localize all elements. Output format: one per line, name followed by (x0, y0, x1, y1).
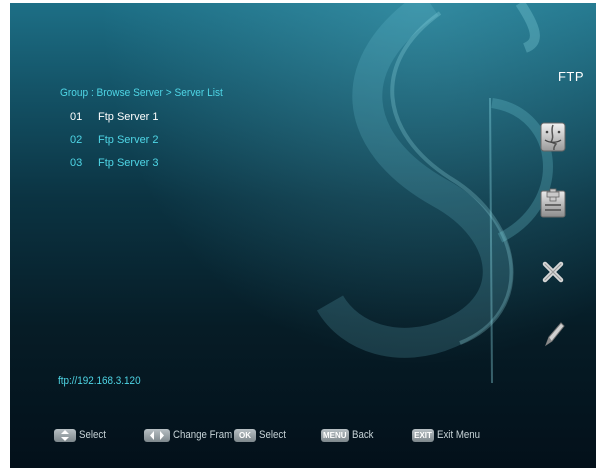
hint-back-label: Back (351, 429, 374, 441)
edit-server-button[interactable] (535, 314, 571, 354)
connect-button[interactable] (535, 117, 571, 157)
up-down-arrow-icon (54, 428, 76, 442)
edit-pencil-icon (544, 322, 565, 347)
exit-key-icon: EXIT (412, 428, 434, 442)
server-number: 03 (70, 157, 83, 169)
server-number: 01 (70, 111, 83, 123)
hint-back[interactable]: MENU Back (321, 427, 376, 443)
left-right-arrow-icon (144, 428, 170, 442)
delete-x-icon (542, 261, 564, 283)
hint-ok-label: Select (259, 429, 286, 441)
add-server-button[interactable] (535, 183, 571, 223)
ok-key-icon: OK (234, 428, 256, 442)
server-row-1[interactable]: 01 Ftp Server 1 (70, 108, 330, 131)
brand-logo-watermark (316, 3, 553, 384)
server-url: ftp://192.168.3.120 (58, 375, 141, 387)
hint-select-label: Select (79, 429, 106, 441)
key-hint-bar: Select Change Fram OK Select MENU Back E… (10, 427, 596, 445)
background-glow (10, 3, 596, 468)
server-row-3[interactable]: 03 Ftp Server 3 (70, 154, 330, 177)
hint-exit-label: Exit Menu (437, 429, 481, 441)
server-number: 02 (70, 134, 83, 146)
menu-key-icon: MENU (321, 428, 349, 442)
hint-exit[interactable]: EXIT Exit Menu (412, 427, 486, 443)
delete-server-button[interactable] (535, 252, 571, 292)
hint-change-frame[interactable]: Change Fram (144, 427, 240, 443)
server-row-2[interactable]: 02 Ftp Server 2 (70, 131, 330, 154)
server-list: 01 Ftp Server 1 02 Ftp Server 2 03 Ftp S… (70, 108, 330, 177)
hint-ok-select[interactable]: OK Select (234, 427, 290, 443)
add-server-icon (540, 188, 566, 218)
page-title: FTP (557, 69, 584, 84)
tv-screen: FTP Group : Browse Server > Server List … (10, 3, 596, 468)
hint-select[interactable]: Select (54, 427, 110, 443)
hint-change-label: Change Fram (173, 429, 233, 441)
finder-face-icon (540, 122, 566, 152)
server-name: Ftp Server 2 (98, 134, 159, 146)
breadcrumb: Group : Browse Server > Server List (60, 87, 223, 99)
server-name: Ftp Server 1 (98, 111, 159, 123)
server-name: Ftp Server 3 (98, 157, 159, 169)
screen: FTP Group : Browse Server > Server List … (0, 0, 602, 472)
